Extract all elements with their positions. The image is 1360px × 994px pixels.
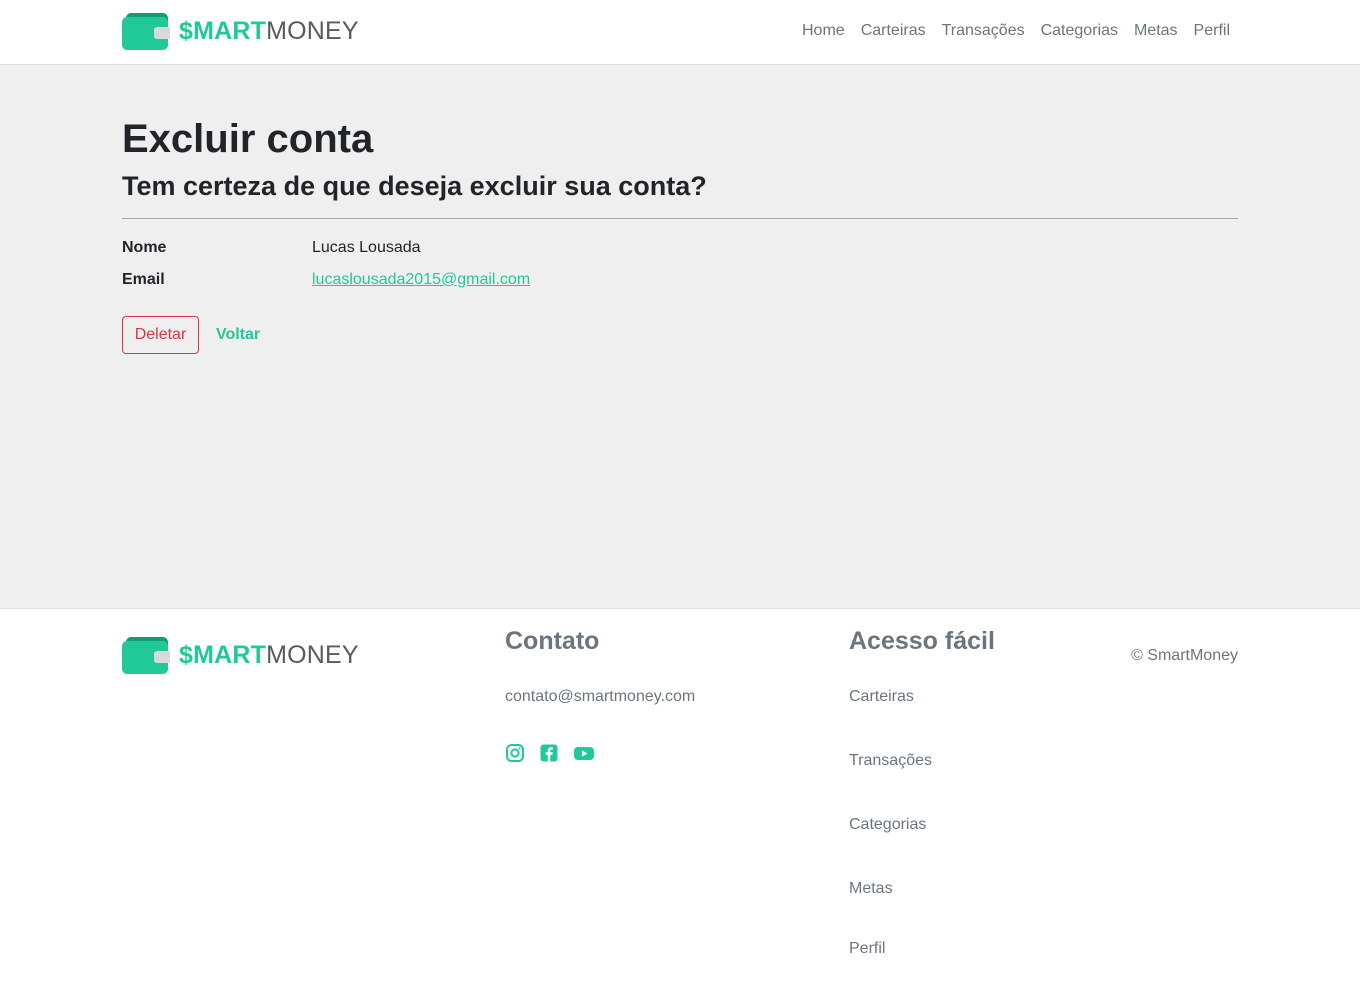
copyright: © SmartMoney	[1131, 647, 1238, 664]
nav-item: Transações	[942, 22, 1025, 40]
name-label: Nome	[122, 239, 167, 256]
logo-text: $MARTMONEY	[179, 19, 359, 44]
contact-heading: Contato	[505, 627, 600, 655]
nav-link-carteiras[interactable]: Carteiras	[861, 22, 926, 39]
divider	[122, 218, 1238, 219]
name-value: Lucas Lousada	[312, 239, 421, 256]
nav-link-home[interactable]: Home	[802, 22, 845, 39]
logo-text: $MARTMONEY	[179, 643, 359, 668]
nav-item: Carteiras	[861, 22, 926, 40]
brand-logo[interactable]: $MARTMONEY	[122, 13, 359, 50]
logo-text-light: MONEY	[266, 641, 359, 669]
footer-link-metas[interactable]: Metas	[849, 880, 893, 898]
page-title: Excluir conta	[122, 117, 374, 161]
nav-item: Perfil	[1194, 22, 1230, 40]
footer-link-categorias[interactable]: Categorias	[849, 816, 926, 834]
page-subtitle: Tem certeza de que deseja excluir sua co…	[122, 171, 707, 201]
footer-brand-logo[interactable]: $MARTMONEY	[122, 637, 359, 674]
nav-link-perfil[interactable]: Perfil	[1194, 22, 1230, 39]
main-content: Excluir conta Tem certeza de que deseja …	[0, 65, 1360, 608]
wallet-icon	[122, 637, 170, 674]
nav-link-metas[interactable]: Metas	[1134, 22, 1178, 39]
email-label: Email	[122, 271, 165, 288]
footer: $MARTMONEY Contato contato@smartmoney.co…	[0, 608, 1360, 994]
social-links	[505, 743, 595, 763]
facebook-icon[interactable]	[539, 743, 559, 763]
nav-item: Home	[802, 22, 845, 40]
nav-item: Metas	[1134, 22, 1178, 40]
instagram-icon[interactable]	[505, 743, 525, 763]
nav-menu: Home Carteiras Transações Categorias Met…	[802, 22, 1230, 40]
nav-link-categorias[interactable]: Categorias	[1041, 22, 1118, 39]
youtube-icon[interactable]	[573, 743, 595, 763]
wallet-icon	[122, 13, 170, 50]
back-button[interactable]: Voltar	[216, 326, 260, 344]
email-link[interactable]: lucaslousada2015@gmail.com	[312, 271, 530, 289]
footer-link-perfil[interactable]: Perfil	[849, 940, 885, 958]
footer-link-transacoes[interactable]: Transações	[849, 752, 932, 770]
logo-text-bold: $MART	[179, 17, 267, 45]
delete-button[interactable]: Deletar	[122, 316, 199, 354]
contact-email: contato@smartmoney.com	[505, 688, 696, 705]
nav-link-transacoes[interactable]: Transações	[942, 22, 1025, 39]
logo-text-bold: $MART	[179, 641, 267, 669]
top-navbar: $MARTMONEY Home Carteiras Transações Cat…	[0, 0, 1360, 65]
nav-item: Categorias	[1041, 22, 1118, 40]
quick-access-heading: Acesso fácil	[849, 627, 995, 655]
footer-link-carteiras[interactable]: Carteiras	[849, 688, 914, 706]
logo-text-light: MONEY	[266, 17, 359, 45]
